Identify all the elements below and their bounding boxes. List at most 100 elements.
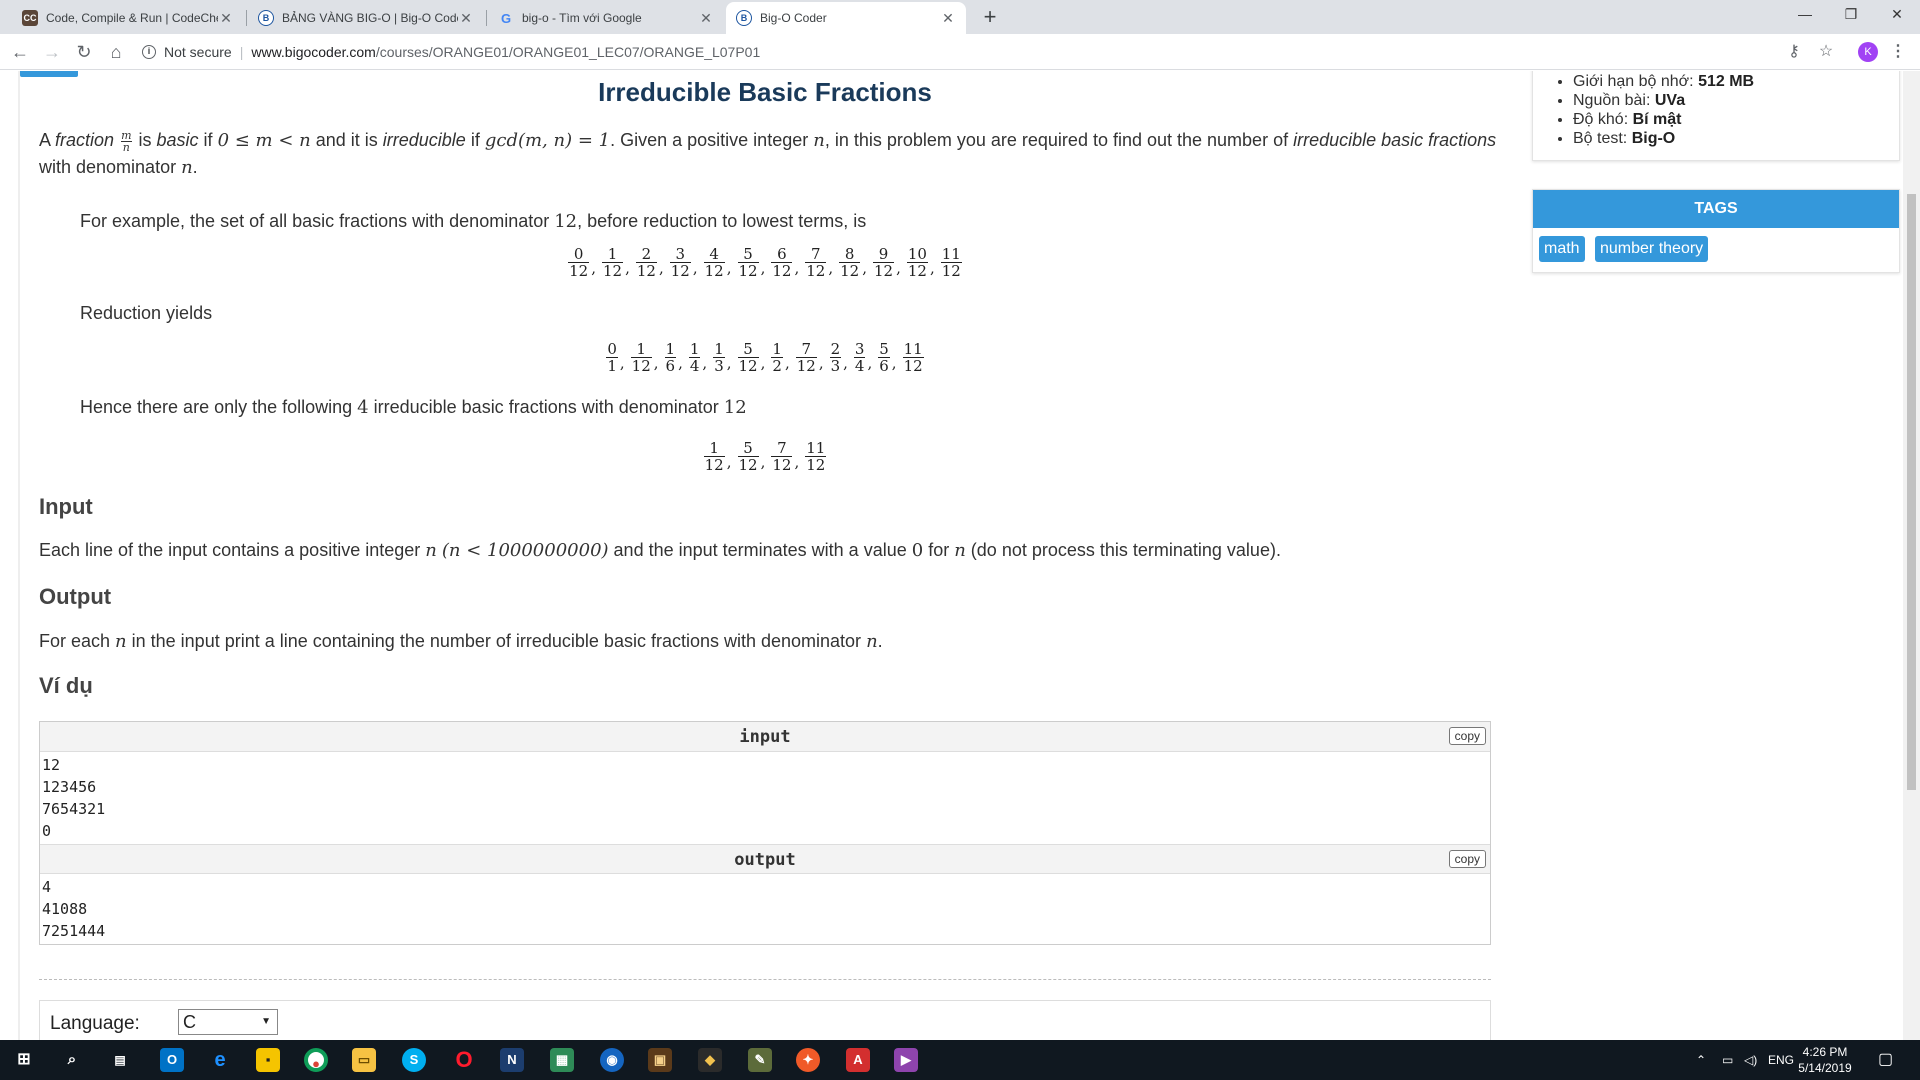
restore-icon[interactable]: ❐ — [1828, 0, 1874, 30]
separator-comma: , — [726, 258, 732, 277]
acrobat-icon[interactable]: A — [846, 1048, 870, 1072]
language-select[interactable]: C ▼ — [178, 1009, 278, 1035]
fraction-numerator: 2 — [641, 245, 652, 263]
close-icon[interactable]: ✕ — [458, 10, 474, 27]
notification-icon[interactable]: ▢ — [1878, 1040, 1893, 1080]
tag-math[interactable]: math — [1539, 236, 1585, 262]
separator-comma: , — [619, 353, 625, 372]
reload-icon[interactable]: ↻ — [72, 40, 96, 64]
tab-title: Code, Compile & Run | CodeChef — [46, 11, 218, 25]
sourcetree-icon[interactable]: ◆ — [698, 1048, 722, 1072]
fraction: 5 12 — [736, 246, 761, 279]
copy-input-button[interactable]: copy — [1448, 727, 1486, 745]
sample-input-header: input copy — [40, 722, 1490, 752]
chrome-icon[interactable]: ● — [304, 1048, 328, 1072]
search-icon[interactable]: ⌕ — [60, 1048, 84, 1072]
fraction-denominator: n — [121, 140, 132, 154]
text: Hence there are only the following — [80, 397, 358, 417]
fraction-numerator: 5 — [879, 340, 889, 358]
fraction: 13 — [711, 341, 727, 374]
page-viewport: Irreducible Basic Fractions A fraction m… — [0, 71, 1920, 1040]
tray-chevron-icon[interactable]: ⌃ — [1696, 1040, 1706, 1080]
fraction: 3 12 — [668, 246, 693, 279]
menu-icon[interactable]: ⋮ — [1886, 40, 1910, 64]
text: and the input terminates with a value — [608, 540, 912, 560]
browser-toolbar: ← → ↻ ⌂ i Not secure | www.bigocoder.com… — [0, 34, 1920, 70]
minimize-icon[interactable]: — — [1782, 0, 1828, 30]
fraction: 0 12 — [566, 246, 591, 279]
file-explorer-icon[interactable]: ▭ — [352, 1048, 376, 1072]
game-icon[interactable]: ▣ — [648, 1048, 672, 1072]
key-icon[interactable]: ⚷ — [1782, 40, 1806, 64]
text: and it is — [310, 130, 383, 150]
bookmark-star-icon[interactable]: ☆ — [1814, 40, 1838, 64]
fraction-denominator: 12 — [568, 262, 590, 280]
visual-studio-icon[interactable]: ▶ — [894, 1048, 918, 1072]
address-bar[interactable]: i Not secure | www.bigocoder.com /course… — [142, 38, 1822, 66]
tab-bigo-coder[interactable]: B Big-O Coder ✕ — [726, 2, 966, 34]
info-icon[interactable]: i — [142, 45, 156, 59]
skype-icon[interactable]: S — [402, 1048, 426, 1072]
forward-icon[interactable]: → — [40, 40, 64, 64]
url-path: /courses/ORANGE01/ORANGE01_LEC07/ORANGE_… — [375, 44, 761, 60]
sample-line: 4 — [42, 878, 52, 896]
tab-google-search[interactable]: G big-o - Tìm với Google ✕ — [488, 2, 724, 34]
sample-output-label: output — [734, 850, 796, 870]
hence-paragraph: Hence there are only the following 4 irr… — [80, 394, 747, 421]
text: Each line of the input contains a positi… — [39, 540, 426, 560]
fraction: 11 12 — [939, 246, 964, 279]
close-icon[interactable]: ✕ — [940, 10, 956, 27]
tab-title: Big-O Coder — [760, 11, 827, 25]
separator-comma: , — [625, 258, 630, 277]
sample-line: 12 — [42, 756, 61, 774]
fire-app-icon[interactable]: ✦ — [796, 1048, 820, 1072]
fraction: 56 — [876, 341, 892, 374]
math-n: n — [954, 540, 966, 561]
math-number: 12 — [554, 211, 578, 232]
volume-icon[interactable]: ◁) — [1744, 1040, 1757, 1080]
profile-avatar[interactable]: K — [1858, 42, 1878, 62]
chart-app-icon[interactable]: ▦ — [550, 1048, 574, 1072]
fraction-numerator: 0 — [573, 245, 584, 263]
tool-icon[interactable]: ✎ — [748, 1048, 772, 1072]
close-icon[interactable]: ✕ — [218, 10, 234, 27]
close-icon[interactable]: ✕ — [698, 10, 714, 27]
fraction: 2 12 — [634, 246, 659, 279]
fraction-numerator: 1 — [636, 340, 646, 358]
separator-comma: , — [843, 353, 848, 372]
sample-output-content[interactable]: 4 41088 7251444 — [40, 874, 1490, 944]
task-view-icon[interactable]: ▤ — [108, 1048, 132, 1072]
separator-comma: , — [929, 258, 935, 277]
opera-icon[interactable]: O — [452, 1048, 476, 1072]
tab-bang-vang[interactable]: B BẢNG VÀNG BIG-O | Big-O Coder ✕ — [248, 2, 484, 34]
copy-output-button[interactable]: copy — [1448, 850, 1486, 868]
edge-icon[interactable]: e — [208, 1048, 232, 1072]
window-close-icon[interactable]: ✕ — [1874, 0, 1920, 30]
tag-number-theory[interactable]: number theory — [1595, 236, 1709, 262]
windows-start-icon[interactable]: ⊞ — [12, 1048, 36, 1072]
editor-settings: Language: C ▼ — [39, 1000, 1491, 1040]
sample-input-label: input — [739, 727, 791, 747]
page-scrollbar[interactable] — [1903, 71, 1920, 1040]
fraction-numerator: 6 — [777, 245, 787, 263]
text: in the input print a line containing the… — [126, 631, 867, 651]
url-host: www.bigocoder.com — [251, 44, 376, 60]
scrollbar-thumb[interactable] — [1907, 194, 1916, 790]
math-n: n — [115, 631, 127, 652]
outlook-icon[interactable]: O — [160, 1048, 184, 1072]
sticky-notes-icon[interactable]: ▪ — [256, 1048, 280, 1072]
home-icon[interactable]: ⌂ — [104, 40, 128, 64]
app-n-icon[interactable]: N — [500, 1048, 524, 1072]
fraction-numerator: 1 — [607, 245, 618, 263]
sample-input-content[interactable]: 12 123456 7654321 0 — [40, 752, 1490, 844]
fraction: 11 12 — [803, 440, 828, 473]
maps-icon[interactable]: ◉ — [600, 1048, 624, 1072]
back-icon[interactable]: ← — [8, 40, 32, 64]
tab-codechef[interactable]: CC Code, Compile & Run | CodeChef ✕ — [12, 2, 244, 34]
system-clock[interactable]: 4:26 PM 5/14/2019 — [1790, 1044, 1860, 1076]
tags-title: TAGS — [1533, 190, 1899, 228]
network-icon[interactable]: ▭ — [1722, 1040, 1733, 1080]
new-tab-button[interactable]: + — [976, 4, 1004, 32]
output-heading: Output — [39, 584, 112, 609]
fraction: 1 12 — [629, 341, 654, 374]
